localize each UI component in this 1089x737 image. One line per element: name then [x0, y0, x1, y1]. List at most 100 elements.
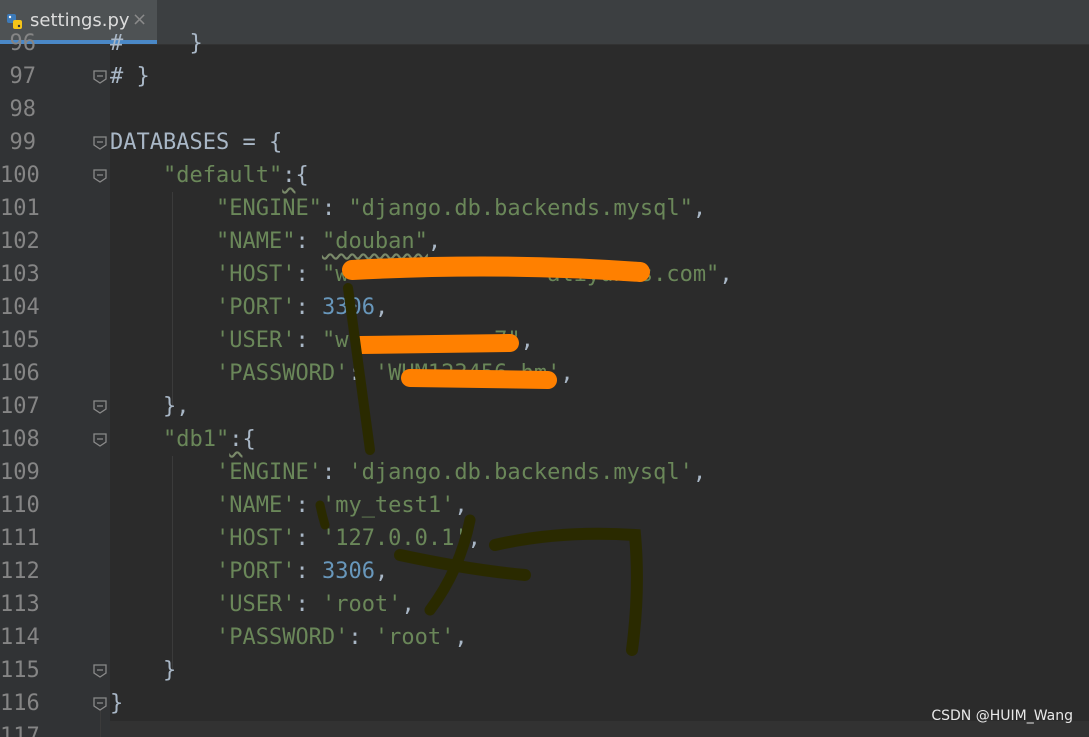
code-token: : [229, 427, 243, 452]
code-token: , [454, 625, 468, 650]
line-number: 107 [0, 394, 40, 419]
code-line[interactable]: 99 DATABASES = { [0, 126, 1089, 159]
code-token: : [295, 526, 322, 551]
code-token: , [719, 262, 733, 287]
code-text[interactable]: 'PASSWORD': 'root', [110, 621, 468, 654]
code-token: }, [110, 394, 190, 419]
code-text[interactable]: } [110, 654, 176, 687]
code-line[interactable]: 106 'PASSWORD': 'WHM123456 hm', [0, 357, 1089, 390]
code-token: 'my_test1' [321, 493, 455, 518]
code-line[interactable]: 116} [0, 687, 1089, 720]
code-line[interactable]: 98 [0, 93, 1089, 126]
code-text[interactable]: "default":{ [110, 159, 309, 192]
code-text[interactable]: # } [110, 27, 203, 60]
code-token: 'HOST' [215, 526, 296, 551]
code-token: 'WHM123456 hm' [374, 361, 561, 386]
code-token: , [467, 526, 481, 551]
code-token: , [520, 328, 534, 353]
code-text[interactable]: 'USER': 'root', [110, 588, 415, 621]
fold-toggle-icon[interactable] [93, 169, 107, 183]
code-token: 'USER' [215, 328, 296, 353]
code-token: 3306 [321, 295, 375, 320]
fold-toggle-icon[interactable] [93, 136, 107, 150]
code-token: } [110, 658, 177, 683]
code-text[interactable]: 'USER': "w 7", [110, 324, 534, 357]
code-token: : [321, 196, 349, 221]
fold-toggle-icon[interactable] [93, 400, 107, 414]
line-number: 102 [0, 229, 40, 254]
code-token: 'ENGINE' [215, 460, 322, 485]
code-token: : [295, 229, 322, 254]
code-text[interactable]: 'ENGINE': 'django.db.backends.mysql', [110, 456, 706, 489]
code-token: "db1" [162, 427, 230, 452]
line-number: 101 [0, 196, 40, 221]
fold-toggle-icon[interactable] [93, 697, 107, 711]
line-number: 110 [0, 493, 40, 518]
code-token: "w 7" [321, 328, 521, 353]
code-token: } [110, 691, 124, 716]
code-token: : [348, 625, 375, 650]
fold-toggle-icon[interactable] [93, 433, 107, 447]
code-line[interactable]: 112 'PORT': 3306, [0, 555, 1089, 588]
code-line[interactable]: 114 'PASSWORD': 'root', [0, 621, 1089, 654]
line-number: 108 [0, 427, 40, 452]
code-line[interactable]: 100 "default":{ [0, 159, 1089, 192]
code-line[interactable]: 103 'HOST': "w aliyuncs.com", [0, 258, 1089, 291]
fold-toggle-icon[interactable] [93, 664, 107, 678]
code-token: , [454, 493, 468, 518]
code-text[interactable]: 'NAME': 'my_test1', [110, 489, 468, 522]
line-number: 117 [0, 724, 40, 737]
code-text[interactable]: "db1":{ [110, 423, 256, 456]
code-token: "douban" [321, 229, 428, 254]
code-text[interactable]: # } [110, 60, 150, 93]
code-token: , [692, 460, 707, 485]
code-token: # } [110, 31, 203, 56]
code-line[interactable]: 107 }, [0, 390, 1089, 423]
code-text[interactable]: "ENGINE": "django.db.backends.mysql", [110, 192, 706, 225]
code-text[interactable]: 'PASSWORD': 'WHM123456 hm', [110, 357, 574, 390]
code-text[interactable]: 'HOST': '127.0.0.1', [110, 522, 481, 555]
code-line[interactable]: 102 "NAME": "douban", [0, 225, 1089, 258]
code-text[interactable]: 'PORT': 3306, [110, 555, 388, 588]
code-token: 'NAME' [215, 493, 296, 518]
code-line[interactable]: 109 'ENGINE': 'django.db.backends.mysql'… [0, 456, 1089, 489]
code-line[interactable]: 117 [0, 720, 1089, 737]
code-text[interactable]: } [110, 687, 123, 720]
line-number: 99 [9, 130, 37, 155]
code-token: : [282, 163, 296, 188]
code-line[interactable]: 110 'NAME': 'my_test1', [0, 489, 1089, 522]
code-line[interactable]: 96 # } [0, 27, 1089, 60]
code-line[interactable]: 108 "db1":{ [0, 423, 1089, 456]
code-token: : [295, 328, 322, 353]
line-number: 100 [0, 163, 40, 188]
code-token: , [427, 229, 442, 254]
line-number: 98 [9, 97, 37, 122]
code-line[interactable]: 113 'USER': 'root', [0, 588, 1089, 621]
code-token: "default" [162, 163, 283, 188]
code-line[interactable]: 104 'PORT': 3306, [0, 291, 1089, 324]
code-line[interactable]: 101 "ENGINE": "django.db.backends.mysql"… [0, 192, 1089, 225]
code-line[interactable]: 111 'HOST': '127.0.0.1', [0, 522, 1089, 555]
code-token: "ENGINE" [215, 196, 322, 221]
code-text[interactable]: DATABASES = { [110, 126, 282, 159]
code-token: 'HOST' [215, 262, 296, 287]
line-number: 104 [0, 295, 40, 320]
code-token: 'root' [374, 625, 455, 650]
code-line[interactable]: 115 } [0, 654, 1089, 687]
code-line[interactable]: 105 'USER': "w 7", [0, 324, 1089, 357]
fold-toggle-icon[interactable] [93, 70, 107, 84]
code-token: 3306 [321, 559, 375, 584]
code-token: 'PORT' [215, 559, 296, 584]
code-line[interactable]: 97 # } [0, 60, 1089, 93]
code-text[interactable]: 'PORT': 3306, [110, 291, 388, 324]
code-text[interactable]: }, [110, 390, 190, 423]
code-token: : [348, 361, 375, 386]
line-number: 103 [0, 262, 40, 287]
code-text[interactable]: 'HOST': "w aliyuncs.com", [110, 258, 733, 291]
code-text[interactable]: "NAME": "douban", [110, 225, 441, 258]
